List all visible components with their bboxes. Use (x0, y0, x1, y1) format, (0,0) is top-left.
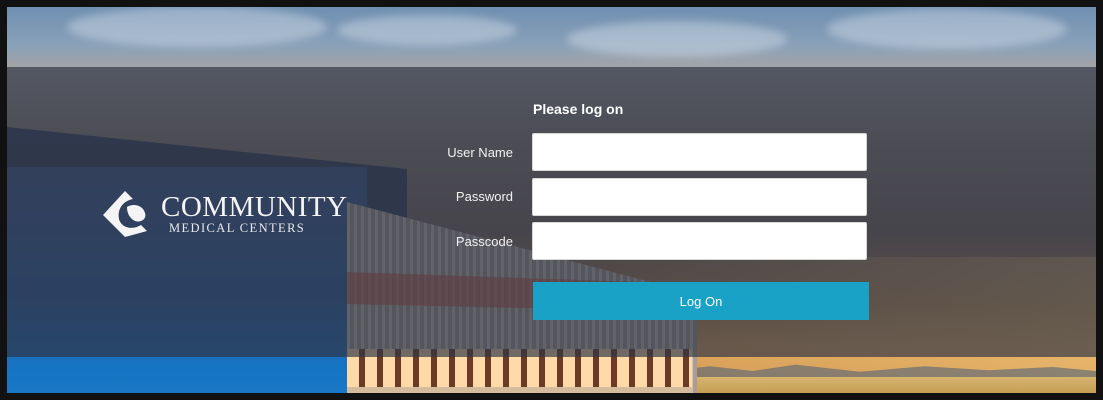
password-label: Password (455, 189, 513, 204)
brand-name: COMMUNITY (161, 191, 348, 223)
brand-logo: COMMUNITY MEDICAL CENTERS (97, 185, 347, 243)
login-page: COMMUNITY MEDICAL CENTERS Please log on … (0, 0, 1103, 400)
login-title: Please log on (533, 101, 624, 117)
community-medical-centers-logo-icon (103, 191, 147, 237)
passcode-label: Passcode (455, 234, 513, 249)
log-on-button[interactable]: Log On (533, 282, 869, 320)
brand-subtitle: MEDICAL CENTERS (169, 221, 306, 235)
username-label: User Name (447, 145, 513, 160)
password-input[interactable] (532, 178, 867, 216)
username-input[interactable] (532, 133, 867, 171)
passcode-input[interactable] (532, 222, 867, 260)
